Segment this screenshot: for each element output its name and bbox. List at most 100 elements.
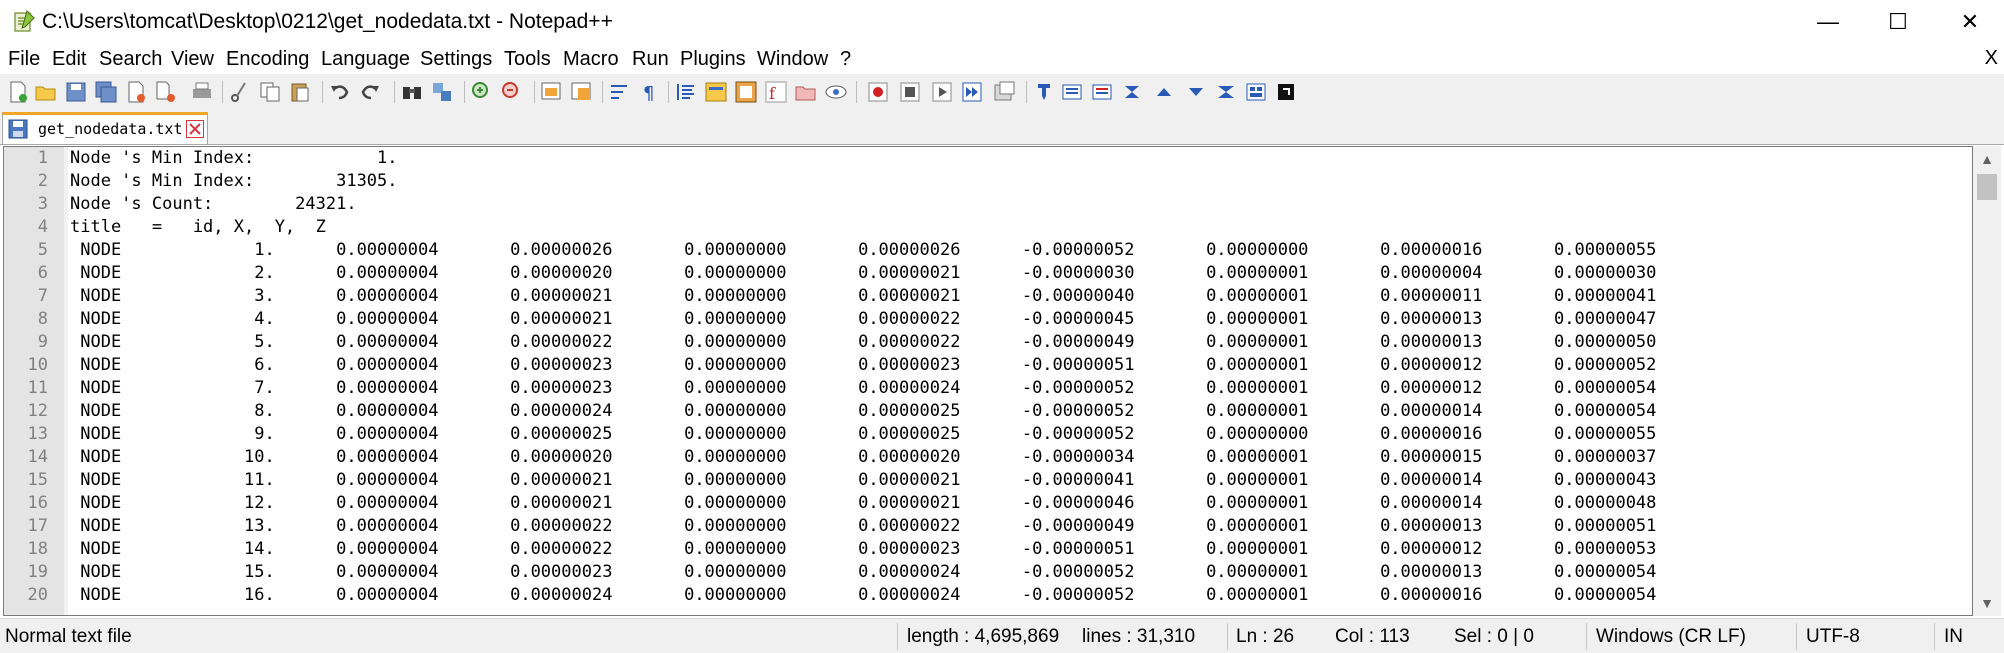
save-all-icon[interactable] xyxy=(94,80,118,104)
toolbar-separator xyxy=(856,81,857,103)
code-line[interactable]: 14 NODE 10. 0.00000004 0.00000020 0.0000… xyxy=(4,446,1970,469)
menu-run[interactable]: Run xyxy=(632,47,669,71)
line-text: NODE 6. 0.00000004 0.00000023 0.00000000… xyxy=(70,355,1657,375)
zoom-in-icon[interactable] xyxy=(470,80,494,104)
new-file-icon[interactable] xyxy=(6,80,30,104)
menu-tools[interactable]: Tools xyxy=(504,47,551,71)
code-line[interactable]: 8 NODE 4. 0.00000004 0.00000021 0.000000… xyxy=(4,308,1970,331)
close-icon[interactable] xyxy=(124,80,148,104)
line-text: NODE 12. 0.00000004 0.00000021 0.0000000… xyxy=(70,493,1657,513)
menu-window[interactable]: Window xyxy=(757,47,828,71)
show-all-chars-icon[interactable]: ¶ xyxy=(638,80,662,104)
user-language-icon[interactable] xyxy=(704,80,728,104)
plugin-up-icon[interactable] xyxy=(1152,80,1176,104)
status-eol: Windows (CR LF) xyxy=(1596,626,1746,647)
paste-icon[interactable] xyxy=(288,80,312,104)
code-line[interactable]: 20 NODE 16. 0.00000004 0.00000024 0.0000… xyxy=(4,584,1970,607)
tab-close-icon[interactable] xyxy=(186,120,204,138)
replace-icon[interactable] xyxy=(430,80,454,104)
cut-icon[interactable] xyxy=(228,80,252,104)
code-line[interactable]: 19 NODE 15. 0.00000004 0.00000023 0.0000… xyxy=(4,561,1970,584)
code-line[interactable]: 15 NODE 11. 0.00000004 0.00000021 0.0000… xyxy=(4,469,1970,492)
word-wrap-icon[interactable] xyxy=(608,80,632,104)
status-separator xyxy=(1227,623,1228,650)
line-number: 16 xyxy=(27,493,48,513)
code-line[interactable]: 1 Node 's Min Index: 1. xyxy=(4,147,1970,170)
line-text: Node 's Min Index: 31305. xyxy=(70,171,398,191)
plugin-down-icon[interactable] xyxy=(1184,80,1208,104)
status-lines: lines : 31,310 xyxy=(1082,626,1196,647)
text-editor[interactable]: 1 Node 's Min Index: 1. 2 Node 's Min Index… xyxy=(3,146,1973,616)
line-text: NODE 5. 0.00000004 0.00000022 0.00000000… xyxy=(70,332,1657,352)
menu-view[interactable]: View xyxy=(171,47,214,71)
plugin-g-icon[interactable] xyxy=(1274,80,1298,104)
code-line[interactable]: 16 NODE 12. 0.00000004 0.00000021 0.0000… xyxy=(4,492,1970,515)
menu-plugins[interactable]: Plugins xyxy=(680,47,746,71)
find-icon[interactable] xyxy=(400,80,424,104)
menu-edit[interactable]: Edit xyxy=(52,47,86,71)
line-text: NODE 15. 0.00000004 0.00000023 0.0000000… xyxy=(70,562,1657,582)
code-line[interactable]: 11 NODE 7. 0.00000004 0.00000023 0.00000… xyxy=(4,377,1970,400)
monitoring-icon[interactable] xyxy=(824,80,848,104)
function-list-icon[interactable]: f xyxy=(764,80,788,104)
save-icon[interactable] xyxy=(64,80,88,104)
close-window-button[interactable]: ✕ xyxy=(1938,0,2002,44)
menu-language[interactable]: Language xyxy=(321,47,410,71)
code-line[interactable]: 10 NODE 6. 0.00000004 0.00000023 0.00000… xyxy=(4,354,1970,377)
playback-macro-icon[interactable] xyxy=(930,80,954,104)
record-macro-icon[interactable] xyxy=(866,80,890,104)
print-icon[interactable] xyxy=(190,80,214,104)
plugin-c-icon[interactable] xyxy=(1090,80,1114,104)
line-number: 19 xyxy=(27,562,48,582)
menu-help[interactable]: ? xyxy=(840,47,851,71)
folder-workspace-icon[interactable] xyxy=(794,80,818,104)
scroll-down-button[interactable]: ▼ xyxy=(1973,590,2001,616)
line-number: 14 xyxy=(27,447,48,467)
scroll-up-button[interactable]: ▲ xyxy=(1973,146,2001,172)
code-line[interactable]: 18 NODE 14. 0.00000004 0.00000022 0.0000… xyxy=(4,538,1970,561)
vertical-scrollbar[interactable]: ▲ ▼ xyxy=(1973,146,2001,616)
plugin-f-icon[interactable] xyxy=(1244,80,1268,104)
undo-icon[interactable] xyxy=(328,80,352,104)
tab-label: get_nodedata.txt xyxy=(38,120,183,138)
code-line[interactable]: 5 NODE 1. 0.00000004 0.00000026 0.000000… xyxy=(4,239,1970,262)
copy-icon[interactable] xyxy=(258,80,282,104)
code-line[interactable]: 6 NODE 2. 0.00000004 0.00000020 0.000000… xyxy=(4,262,1970,285)
stop-record-icon[interactable] xyxy=(898,80,922,104)
code-line[interactable]: 17 NODE 13. 0.00000004 0.00000022 0.0000… xyxy=(4,515,1970,538)
code-line[interactable]: 3 Node 's Count: 24321. xyxy=(4,193,1970,216)
code-line[interactable]: 2 Node 's Min Index: 31305. xyxy=(4,170,1970,193)
indent-guide-icon[interactable] xyxy=(674,80,698,104)
redo-icon[interactable] xyxy=(358,80,382,104)
close-document-button[interactable]: X xyxy=(1985,47,1998,70)
menu-encoding[interactable]: Encoding xyxy=(226,47,309,71)
sync-vertical-icon[interactable] xyxy=(540,80,564,104)
code-line[interactable]: 9 NODE 5. 0.00000004 0.00000022 0.000000… xyxy=(4,331,1970,354)
menu-settings[interactable]: Settings xyxy=(420,47,492,71)
plugin-b-icon[interactable] xyxy=(1060,80,1084,104)
toolbar-separator xyxy=(1026,81,1027,103)
sync-horizontal-icon[interactable] xyxy=(570,80,594,104)
maximize-button[interactable]: ☐ xyxy=(1866,0,1930,44)
tab-get-nodedata[interactable]: get_nodedata.txt xyxy=(2,112,208,144)
code-line[interactable]: 4 title = id, X, Y, Z xyxy=(4,216,1970,239)
menu-search[interactable]: Search xyxy=(99,47,162,71)
code-line[interactable]: 13 NODE 9. 0.00000004 0.00000025 0.00000… xyxy=(4,423,1970,446)
plugin-a-icon[interactable] xyxy=(1032,80,1056,104)
plugin-d-icon[interactable] xyxy=(1120,80,1144,104)
code-line[interactable]: 12 NODE 8. 0.00000004 0.00000024 0.00000… xyxy=(4,400,1970,423)
plugin-e-icon[interactable] xyxy=(1214,80,1238,104)
document-map-icon[interactable] xyxy=(734,80,758,104)
code-line[interactable]: 7 NODE 3. 0.00000004 0.00000021 0.000000… xyxy=(4,285,1970,308)
line-number: 20 xyxy=(27,585,48,605)
menu-macro[interactable]: Macro xyxy=(563,47,619,71)
saved-file-icon xyxy=(8,119,28,139)
run-macro-multiple-icon[interactable] xyxy=(960,80,984,104)
close-all-icon[interactable] xyxy=(154,80,178,104)
save-macro-icon[interactable] xyxy=(992,80,1016,104)
scroll-thumb[interactable] xyxy=(1977,174,1997,200)
open-file-icon[interactable] xyxy=(34,80,58,104)
menu-file[interactable]: File xyxy=(8,47,40,71)
zoom-out-icon[interactable] xyxy=(500,80,524,104)
minimize-button[interactable]: — xyxy=(1796,0,1860,44)
